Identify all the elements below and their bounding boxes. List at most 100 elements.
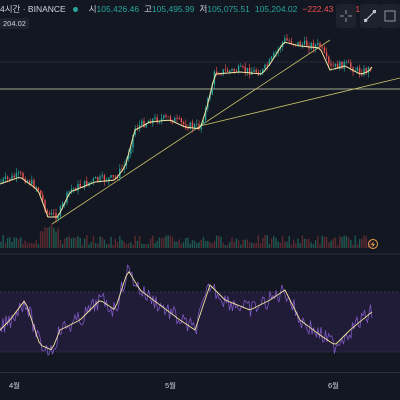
volume-bar [279,242,282,248]
volume-bar [90,242,92,248]
volume-bar [292,239,295,248]
chart-panel[interactable]: 4시간 · BINANCE 시 105,426.46 고 105,495.99 저1… [0,0,400,400]
volume-bar [112,244,114,248]
candle-body [99,176,101,181]
candle-body [220,74,222,76]
volume-bar [35,240,37,248]
volume-bar [143,244,145,248]
volume-bar [154,243,156,248]
volume-bar [268,243,271,248]
candle-body [343,62,345,69]
volume-bar [314,240,317,248]
volume-bar [354,235,356,248]
volume-bar [347,237,350,248]
volume-bar [121,239,123,248]
crosshair-tool-button[interactable] [336,4,356,28]
volume-bar [182,242,185,248]
volume-bar [136,240,139,248]
candle-body [248,68,251,75]
volume-bar [336,244,339,248]
volume-bar [101,236,103,248]
volume-bar [218,235,220,248]
xaxis-label-april: 4월 [9,381,21,390]
trendline-tool-button[interactable] [360,4,380,28]
volume-bar [185,237,187,248]
candle-body [229,70,231,72]
volume-bar [57,227,59,248]
volume-bar [72,237,75,248]
volume-bar [163,237,165,248]
high-value: 105,495.99 [151,4,195,14]
volume-bar [317,236,319,248]
candle-body [143,120,145,128]
volume-bar [343,235,345,248]
volume-bar [114,238,117,248]
candle-body [77,184,79,191]
candle-body [4,176,7,179]
volume-bar [53,227,55,248]
candle-body [97,177,99,181]
candle-body [17,172,20,174]
volume-bar [328,242,330,248]
volume-bar [288,235,290,248]
volume-bar [231,237,233,248]
candle-body [37,187,40,191]
candle-body [264,64,266,69]
volume-bar [220,236,222,248]
candle-body [240,66,242,67]
volume-bar [123,241,125,248]
volume-bar [127,243,130,248]
candle-body [57,216,59,219]
volume-bar [358,239,361,248]
volume-bar [251,242,253,248]
volume-bar [169,235,172,248]
volume-bar [79,237,81,248]
close-value: 105,204.02 [254,4,298,14]
xaxis-label-may: 5월 [165,381,177,390]
volume-bar [174,241,176,248]
candle-body [182,122,185,125]
candle-body [101,175,103,177]
candle-body [237,66,240,72]
volume-bar [156,240,158,248]
candle-body [176,118,178,119]
volume-bar [244,239,246,248]
volume-bar [39,231,42,248]
candle-body [255,69,257,73]
volume-bar [152,235,154,248]
volume-bar [262,237,264,248]
volume-bar [178,239,180,248]
open-value: 105,426.46 [96,4,140,14]
volume-bar [325,237,328,248]
volume-bar [350,239,352,248]
volume-bar [312,243,315,248]
volume-bar [83,238,86,248]
volume-bar [20,237,22,248]
volume-bar [42,231,44,248]
measure-tool-button[interactable] [380,4,400,28]
volume-bar [81,244,84,248]
flash-alert-button[interactable] [368,239,378,249]
volume-bar [235,238,238,248]
volume-bar [187,237,189,248]
time-axis[interactable] [0,372,400,400]
candle-body [242,66,244,67]
volume-bar [9,236,11,248]
volume-bar [44,227,46,248]
candle-body [301,44,304,46]
volume-bar [132,244,134,248]
candle-body [154,117,156,119]
price-chart[interactable] [0,0,400,400]
candle-body [193,124,196,128]
open-label: 시 [88,4,97,14]
volume-bar [110,236,112,248]
candle-body [328,56,330,64]
volume-bar [240,244,242,248]
volume-bar [253,243,255,248]
candle-body [2,178,4,182]
last-price-tag: 204.02 [0,18,29,29]
volume-bar [77,236,79,248]
candle-body [253,69,255,72]
volume-bar [103,239,106,248]
candle-body [363,68,365,76]
